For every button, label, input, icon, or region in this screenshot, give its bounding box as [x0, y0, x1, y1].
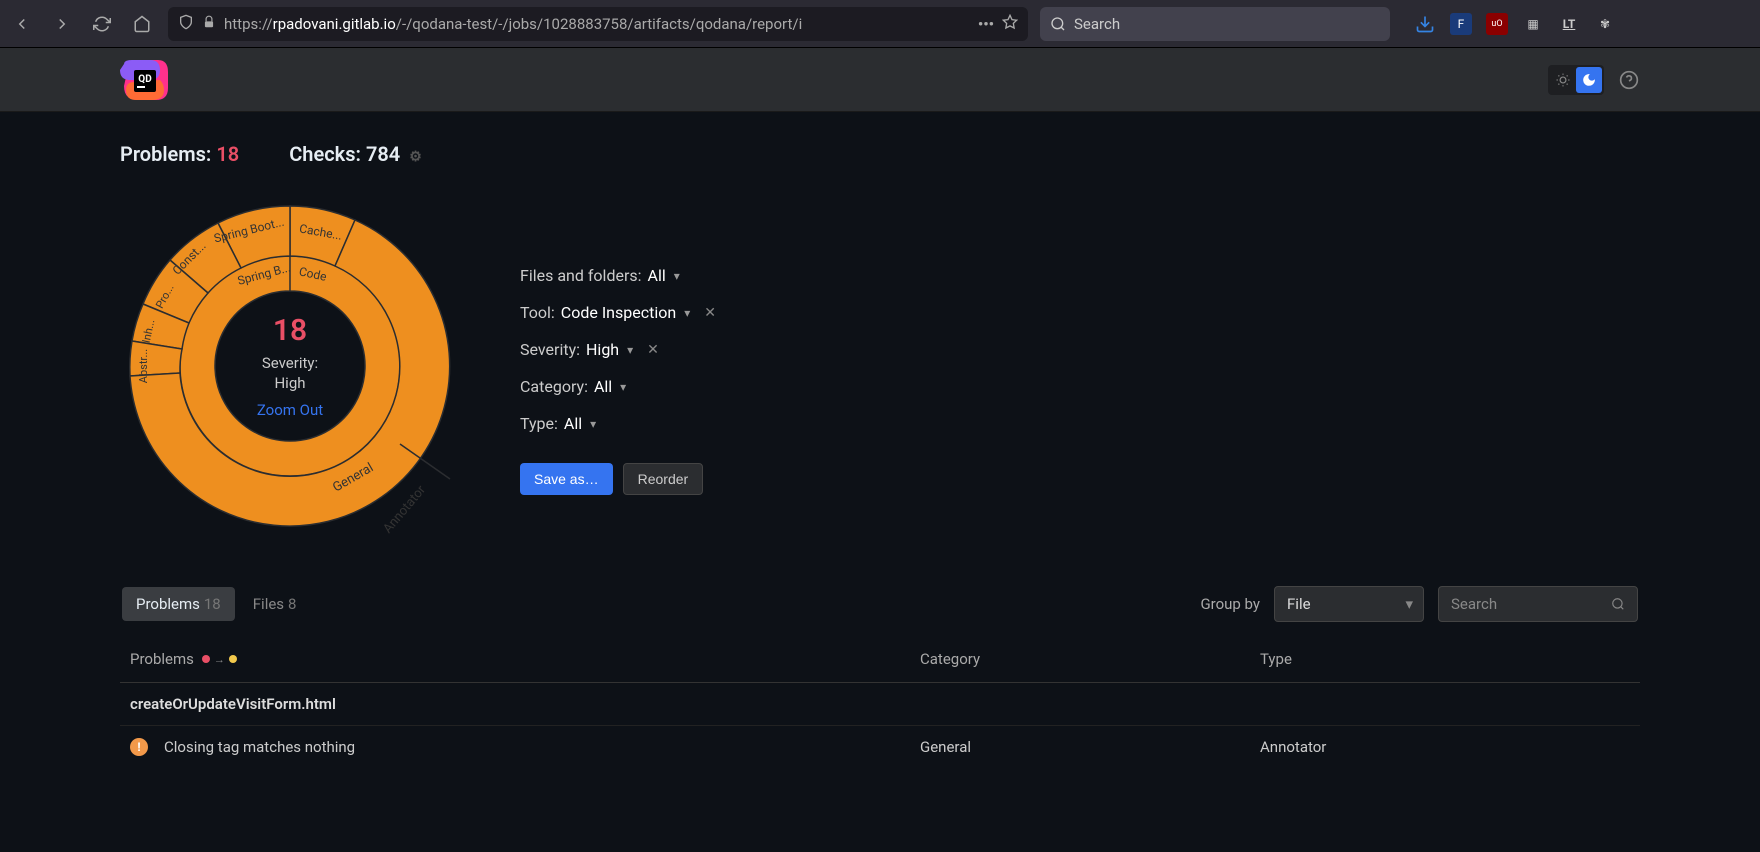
- qodana-logo[interactable]: QD: [120, 60, 168, 100]
- url-text: https://rpadovani.gitlab.io/-/qodana-tes…: [224, 15, 970, 33]
- theme-light-button[interactable]: [1550, 67, 1576, 93]
- ext-icon-grid[interactable]: ▦: [1522, 13, 1544, 35]
- theme-switch: [1548, 65, 1604, 95]
- search-icon: [1611, 597, 1625, 611]
- sunburst-center: 18 Severity: High Zoom Out: [257, 313, 323, 419]
- ellipsis-icon[interactable]: •••: [978, 15, 994, 33]
- help-button[interactable]: [1618, 69, 1640, 91]
- back-button[interactable]: [8, 10, 36, 38]
- table-toolbar: Problems18 Files8 Group by File Search: [120, 586, 1640, 622]
- col-category-header[interactable]: Category: [920, 650, 1260, 668]
- reorder-button[interactable]: Reorder: [623, 463, 704, 495]
- close-icon[interactable]: ✕: [647, 342, 659, 358]
- problems-count: 18: [216, 142, 239, 166]
- chevron-down-icon: ▾: [684, 306, 690, 320]
- center-severity: Severity: High: [257, 354, 323, 393]
- table-search[interactable]: Search: [1438, 586, 1638, 622]
- filter-files[interactable]: Files and folders: All ▾: [520, 266, 716, 285]
- tab-problems[interactable]: Problems18: [122, 587, 235, 621]
- groupby-label: Group by: [1200, 595, 1260, 613]
- search-placeholder: Search: [1074, 15, 1120, 33]
- browser-toolbar: https://rpadovani.gitlab.io/-/qodana-tes…: [0, 0, 1760, 48]
- center-count: 18: [257, 313, 323, 348]
- problems-label: Problems:: [120, 142, 211, 166]
- gear-icon[interactable]: ⚙: [409, 149, 422, 165]
- col-problems-header[interactable]: Problems: [130, 650, 194, 668]
- chevron-down-icon: ▾: [620, 380, 626, 394]
- save-as-button[interactable]: Save as…: [520, 463, 613, 495]
- table-row[interactable]: ! Closing tag matches nothing General An…: [120, 726, 1640, 768]
- problem-text: Closing tag matches nothing: [164, 738, 920, 756]
- tab-files[interactable]: Files8: [239, 587, 311, 621]
- svg-text:QD: QD: [138, 74, 152, 85]
- theme-dark-button[interactable]: [1576, 67, 1602, 93]
- problem-category: General: [920, 738, 1260, 756]
- browser-search[interactable]: Search: [1040, 7, 1390, 41]
- severity-warning-icon: !: [130, 738, 148, 756]
- ext-icon-1[interactable]: F: [1450, 13, 1472, 35]
- url-bar[interactable]: https://rpadovani.gitlab.io/-/qodana-tes…: [168, 7, 1028, 41]
- filter-category[interactable]: Category: All ▾: [520, 377, 716, 396]
- lock-icon: [202, 15, 216, 33]
- shield-icon: [178, 14, 194, 34]
- filters-panel: Files and folders: All ▾ Tool: Code Insp…: [520, 196, 716, 495]
- extension-icons: F uO ▦ LT ✾: [1414, 13, 1616, 35]
- search-placeholder: Search: [1451, 595, 1497, 613]
- groupby-select[interactable]: File: [1274, 586, 1424, 622]
- filter-type[interactable]: Type: All ▾: [520, 414, 716, 433]
- checks-stat: Checks: 784 ⚙: [289, 142, 422, 166]
- forward-button[interactable]: [48, 10, 76, 38]
- sort-indicator[interactable]: →: [202, 653, 237, 666]
- checks-count: 784: [366, 142, 400, 166]
- table-header: Problems → Category Type: [120, 636, 1640, 683]
- download-icon[interactable]: [1414, 13, 1436, 35]
- svg-text:Abstr...: Abstr...: [137, 349, 150, 383]
- zoom-out-link[interactable]: Zoom Out: [257, 401, 323, 419]
- filter-severity[interactable]: Severity: High ▾ ✕: [520, 340, 716, 359]
- ext-icon-ublock[interactable]: uO: [1486, 13, 1508, 35]
- problems-stat: Problems: 18: [120, 142, 239, 166]
- checks-label: Checks:: [289, 142, 361, 166]
- close-icon[interactable]: ✕: [704, 305, 716, 321]
- stats-row: Problems: 18 Checks: 784 ⚙: [120, 142, 1640, 166]
- filter-tool[interactable]: Tool: Code Inspection ▾ ✕: [520, 303, 716, 322]
- sunburst-chart[interactable]: Cache... Spring Boot... Spring B... Code…: [120, 196, 460, 536]
- col-type-header[interactable]: Type: [1260, 650, 1630, 668]
- table-file-row[interactable]: createOrUpdateVisitForm.html: [120, 683, 1640, 726]
- ext-icon-lt[interactable]: LT: [1558, 13, 1580, 35]
- problem-type: Annotator: [1260, 738, 1630, 756]
- search-icon: [1050, 16, 1066, 32]
- chevron-down-icon: ▾: [590, 417, 596, 431]
- chevron-down-icon: ▾: [627, 343, 633, 357]
- home-button[interactable]: [128, 10, 156, 38]
- app-header: QD: [0, 48, 1760, 112]
- bookmark-icon[interactable]: [1002, 14, 1018, 34]
- chevron-down-icon: ▾: [674, 269, 680, 283]
- reload-button[interactable]: [88, 10, 116, 38]
- ext-icon-bug[interactable]: ✾: [1594, 13, 1616, 35]
